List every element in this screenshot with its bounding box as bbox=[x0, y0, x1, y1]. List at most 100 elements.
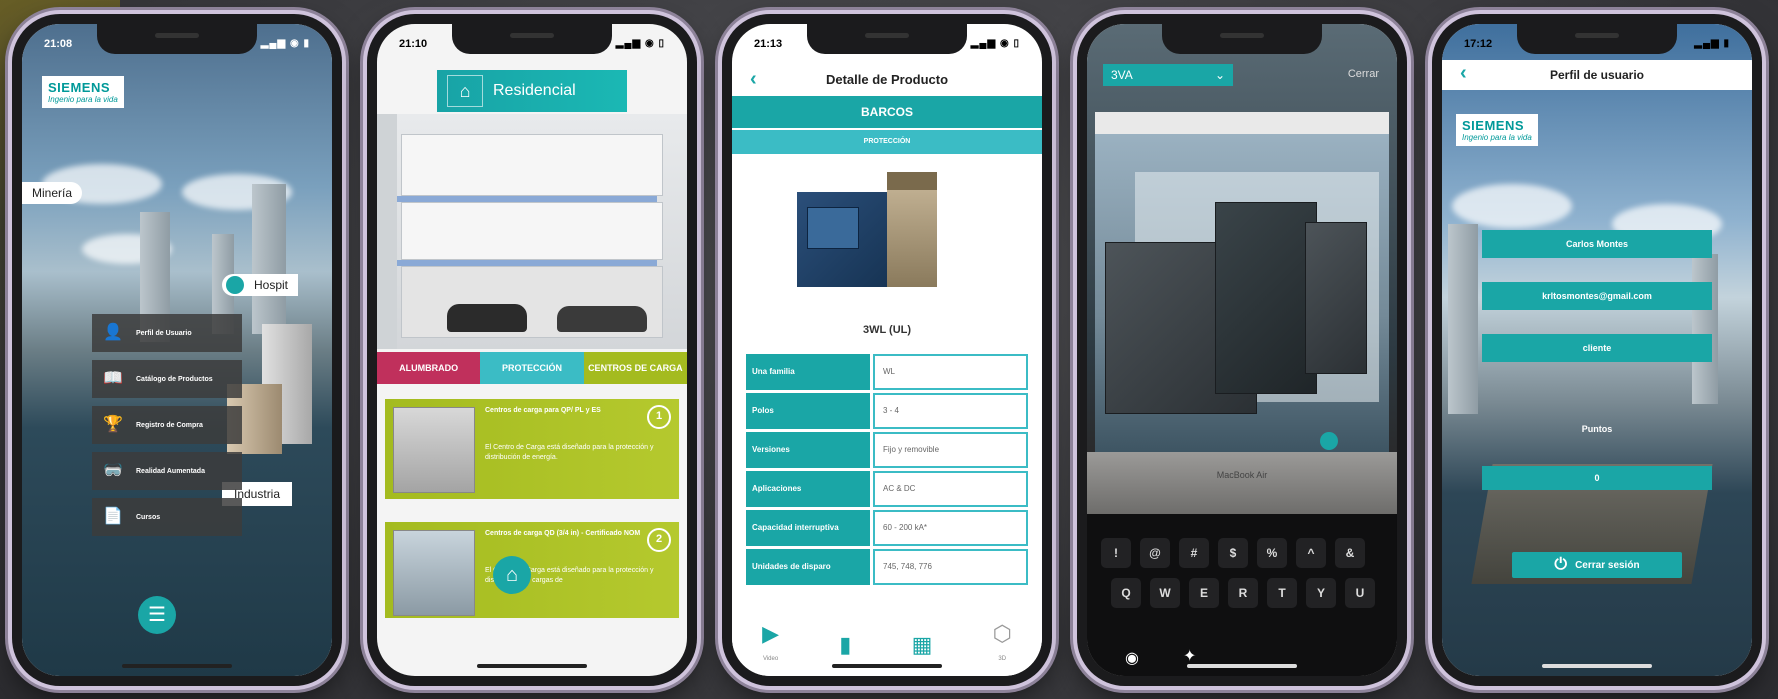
phone-augmented-reality: 3VA ⌄ Cerrar MacBook Air ! @ # $ % ^ & Q… bbox=[1077, 14, 1407, 686]
model-select[interactable]: 3VA ⌄ bbox=[1103, 64, 1233, 86]
status-time: 21:13 bbox=[754, 38, 783, 50]
tab-document[interactable]: ▮ bbox=[839, 633, 851, 659]
page-title: Detalle de Producto bbox=[825, 72, 949, 87]
key: R bbox=[1228, 578, 1258, 608]
phone-user-profile: 17:12 ▂▄▆ ▮ ‹ Perfil de usuario SIEMENS … bbox=[1432, 14, 1762, 686]
tab-catalog[interactable]: ▦ bbox=[911, 631, 933, 659]
eye-icon[interactable]: ◉ bbox=[1125, 648, 1139, 668]
category-tabs: ALUMBRADO PROTECCIÓN CENTROS DE CARGA bbox=[377, 352, 687, 384]
product-title: Centros de carga QD (3/4 in) - Certifica… bbox=[485, 530, 641, 537]
spec-value: WL bbox=[873, 354, 1028, 390]
product-title: Centros de carga para QP/ PL y ES bbox=[485, 407, 601, 414]
camera-icon[interactable]: ✦ bbox=[1183, 646, 1196, 666]
status-icons: ▂▄▆ ◉ ▮ bbox=[260, 38, 310, 49]
siemens-logo: SIEMENS Ingenio para la vida bbox=[42, 76, 124, 108]
logo-text: SIEMENS bbox=[1462, 118, 1525, 133]
trophy-icon: 🏆 bbox=[103, 416, 123, 433]
table-row: Aplicaciones AC & DC bbox=[746, 471, 1028, 507]
menu-item-registro[interactable]: 🏆 Registro de Compra bbox=[92, 406, 242, 444]
menu-item-perfil[interactable]: 👤 Perfil de Usuario bbox=[92, 314, 242, 352]
menu-item-label: Cursos bbox=[136, 513, 161, 521]
logo-text: SIEMENS bbox=[48, 80, 111, 95]
user-name-field: Carlos Montes bbox=[1482, 230, 1712, 258]
logo-tagline: Ingenio para la vida bbox=[48, 95, 118, 104]
key: Q bbox=[1111, 578, 1141, 608]
key: W bbox=[1150, 578, 1180, 608]
cube-icon: ⬡ bbox=[992, 620, 1012, 646]
product-description: El Centro de Carga está diseñado para la… bbox=[485, 444, 654, 461]
menu-toggle-button[interactable]: ☰ bbox=[138, 596, 176, 634]
house-icon: ⌂ bbox=[447, 75, 483, 107]
home-button[interactable]: ⌂ bbox=[493, 556, 531, 594]
key: & bbox=[1335, 538, 1365, 568]
product-family-bar: BARCOS bbox=[732, 96, 1042, 128]
key: @ bbox=[1140, 538, 1170, 568]
tab-proteccion[interactable]: PROTECCIÓN bbox=[480, 352, 584, 384]
status-bar: 17:12 ▂▄▆ ▮ bbox=[1464, 38, 1730, 54]
residential-house-illustration bbox=[377, 114, 687, 349]
nav-bar: ‹ Perfil de usuario bbox=[1442, 60, 1752, 90]
spec-key: Unidades de disparo bbox=[746, 549, 870, 585]
spec-table: Una familia WL Polos 3 - 4 Versiones Fijo y… bbox=[746, 354, 1028, 588]
screen-main-menu: 21:08 ▂▄▆ ◉ ▮ SIEMENS Ingenio para la vi… bbox=[22, 24, 332, 676]
product-number-badge: 2 bbox=[647, 528, 671, 552]
area-label-hospital[interactable]: Hospit bbox=[222, 274, 299, 296]
spec-value: 745, 748, 776 bbox=[873, 549, 1028, 585]
menu-item-catalogo[interactable]: 📖 Catálogo de Productos bbox=[92, 360, 242, 398]
logout-button[interactable]: ⏻ Cerrar sesión bbox=[1512, 552, 1682, 578]
status-icons: ▂▄▆ ▮ bbox=[1694, 38, 1730, 49]
spec-value: Fijo y removible bbox=[873, 432, 1028, 468]
model-select-value: 3VA bbox=[1111, 68, 1133, 82]
tab-3d[interactable]: ⬡ 3D bbox=[992, 620, 1012, 670]
category-title: Residencial bbox=[493, 82, 576, 99]
spec-key: Polos bbox=[746, 393, 870, 429]
menu-item-realidad[interactable]: 🥽 Realidad Aumentada bbox=[92, 452, 242, 490]
tab-centros-de-carga[interactable]: CENTROS DE CARGA bbox=[583, 352, 687, 384]
tab-video[interactable]: ▶ Video bbox=[762, 620, 780, 670]
spec-key: Capacidad interruptiva bbox=[746, 510, 870, 546]
main-menu: 👤 Perfil de Usuario 📖 Catálogo de Produc… bbox=[92, 314, 242, 544]
category-header: ⌂ Residencial bbox=[437, 70, 627, 112]
status-bar: 21:13 ▂▄▆ ◉ ▯ bbox=[754, 38, 1020, 54]
spec-key: Versiones bbox=[746, 432, 870, 468]
home-indicator bbox=[122, 664, 232, 668]
phone-product-detail: 21:13 ▂▄▆ ◉ ▯ ‹ Detalle de Producto BARC… bbox=[722, 14, 1052, 686]
area-label-mineria[interactable]: Minería bbox=[22, 182, 83, 204]
menu-item-label: Realidad Aumentada bbox=[136, 467, 205, 475]
key: U bbox=[1345, 578, 1375, 608]
key: ^ bbox=[1296, 538, 1326, 568]
power-icon: ⏻ bbox=[1554, 556, 1568, 573]
product-card[interactable]: Centros de carga para QP/ PL y ES El Cen… bbox=[385, 399, 679, 499]
close-button[interactable]: Cerrar bbox=[1348, 68, 1379, 80]
tab-alumbrado[interactable]: ALUMBRADO bbox=[377, 352, 481, 384]
map-book-icon: ▦ bbox=[911, 631, 933, 657]
points-value: 0 bbox=[1482, 466, 1712, 490]
key: $ bbox=[1218, 538, 1248, 568]
tab-label: 3D bbox=[998, 655, 1007, 662]
home-indicator bbox=[477, 664, 587, 668]
table-row: Polos 3 - 4 bbox=[746, 393, 1028, 429]
status-bar: 21:08 ▂▄▆ ◉ ▮ bbox=[44, 38, 310, 54]
tab-label: Video bbox=[762, 655, 779, 662]
status-icons: ▂▄▆ ◉ ▯ bbox=[615, 38, 665, 49]
laptop-screen bbox=[1095, 112, 1389, 452]
product-image bbox=[393, 530, 475, 616]
play-icon: ▶ bbox=[762, 620, 780, 646]
product-card[interactable]: Centros de carga QD (3/4 in) - Certifica… bbox=[385, 522, 679, 618]
screen-product-detail: 21:13 ▂▄▆ ◉ ▯ ‹ Detalle de Producto BARC… bbox=[732, 24, 1042, 676]
menu-item-cursos[interactable]: 📄 Cursos bbox=[92, 498, 242, 536]
laptop-brand: MacBook Air bbox=[1216, 470, 1268, 480]
points-label: Puntos bbox=[1581, 424, 1613, 434]
browser-bar bbox=[1095, 112, 1389, 134]
key: E bbox=[1189, 578, 1219, 608]
spec-key: Aplicaciones bbox=[746, 471, 870, 507]
key: % bbox=[1257, 538, 1287, 568]
home-icon: ⌂ bbox=[505, 564, 519, 586]
product-category-bar: PROTECCIÓN bbox=[732, 130, 1042, 154]
home-indicator bbox=[1187, 664, 1297, 668]
product-number-badge: 1 bbox=[647, 405, 671, 429]
user-role-field: cliente bbox=[1482, 334, 1712, 362]
user-icon: 👤 bbox=[103, 324, 123, 341]
menu-item-label: Catálogo de Productos bbox=[136, 375, 213, 383]
product-image bbox=[797, 172, 937, 292]
